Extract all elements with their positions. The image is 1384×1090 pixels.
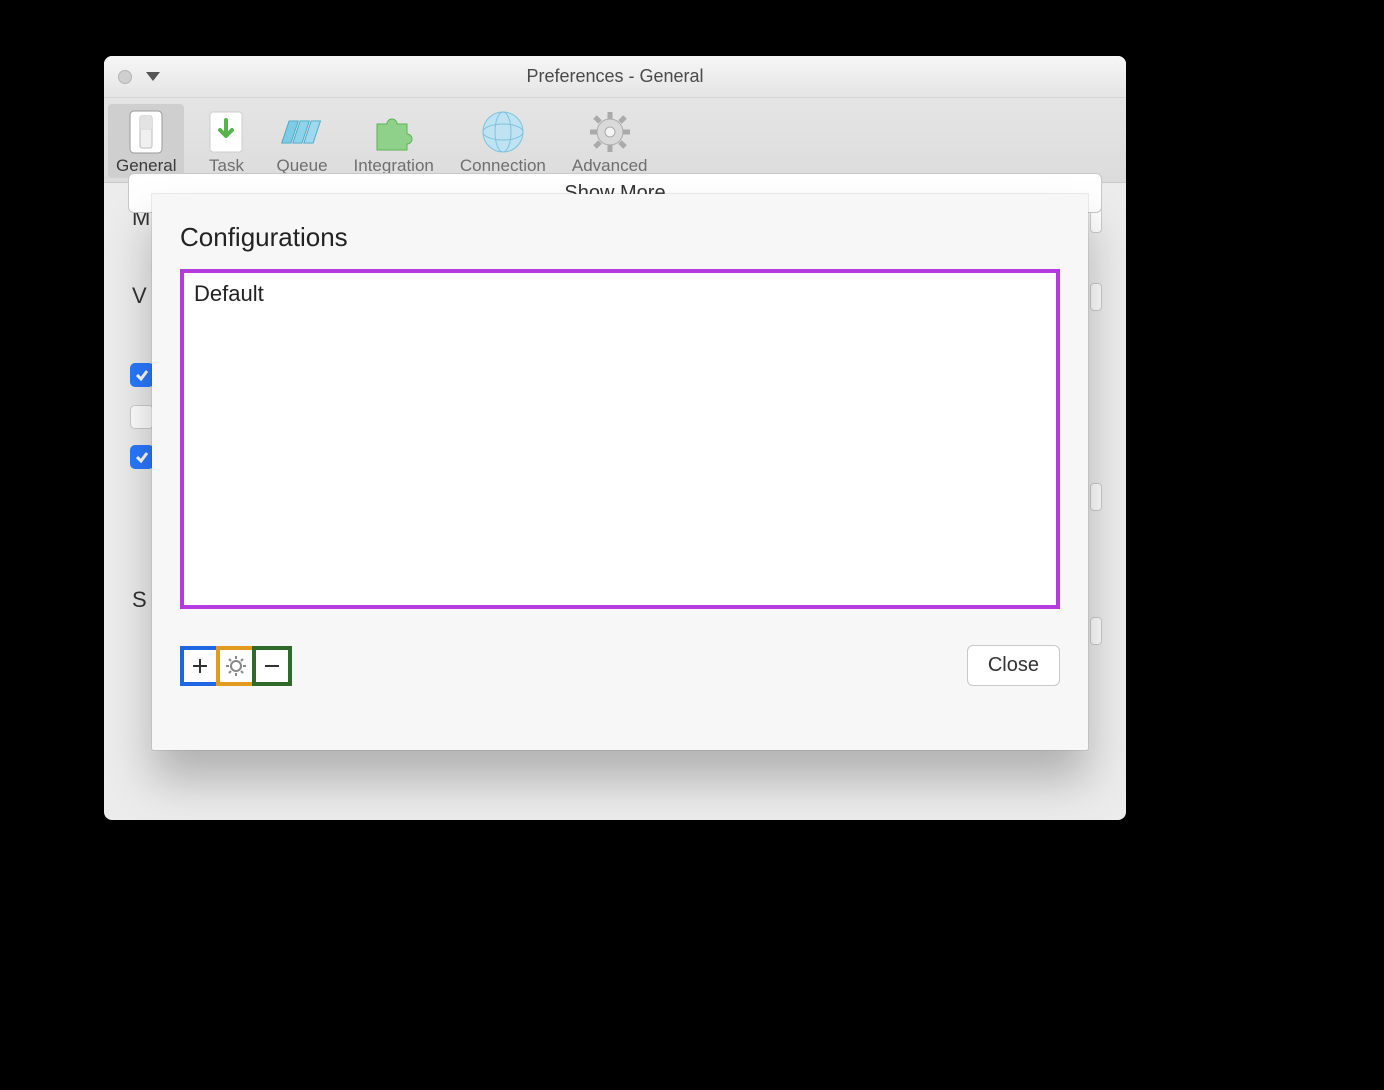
- bg-field-edge: [1090, 283, 1102, 311]
- checkbox[interactable]: [130, 363, 154, 387]
- window-title: Preferences - General: [104, 66, 1126, 87]
- close-button[interactable]: Close: [967, 645, 1060, 686]
- tab-connection[interactable]: Connection: [452, 104, 554, 178]
- settings-button[interactable]: [216, 646, 256, 686]
- globe-icon: [479, 108, 527, 156]
- bg-field-edge: [1090, 617, 1102, 645]
- tab-task[interactable]: Task: [194, 104, 258, 178]
- tab-integration[interactable]: Integration: [346, 104, 442, 178]
- add-button[interactable]: [180, 646, 220, 686]
- puzzle-icon: [370, 108, 418, 156]
- remove-button[interactable]: [252, 646, 292, 686]
- traffic-close-icon[interactable]: [118, 70, 132, 84]
- configurations-popover: Configurations Default: [152, 194, 1088, 750]
- download-page-icon: [202, 108, 250, 156]
- bg-field-edge: [1090, 483, 1102, 511]
- gear-large-icon: [586, 108, 634, 156]
- popover-footer: Close: [180, 645, 1060, 686]
- titlebar: Preferences - General: [104, 56, 1126, 98]
- list-item[interactable]: Default: [194, 279, 1046, 309]
- window-controls: [104, 70, 132, 84]
- tab-advanced[interactable]: Advanced: [564, 104, 656, 178]
- bg-text: S: [132, 587, 147, 613]
- popover-title: Configurations: [180, 222, 1060, 253]
- preferences-toolbar: General Task Queue: [104, 98, 1126, 183]
- list-action-buttons: [180, 646, 292, 686]
- checkbox[interactable]: [130, 445, 154, 469]
- tab-general[interactable]: General: [108, 104, 184, 178]
- tab-queue[interactable]: Queue: [268, 104, 335, 178]
- dropdown-chevron-icon[interactable]: [146, 69, 160, 85]
- switch-icon: [122, 108, 170, 156]
- bg-text: V: [132, 283, 147, 309]
- configurations-list[interactable]: Default: [180, 269, 1060, 609]
- folders-icon: [278, 108, 326, 156]
- checkbox[interactable]: [130, 405, 154, 429]
